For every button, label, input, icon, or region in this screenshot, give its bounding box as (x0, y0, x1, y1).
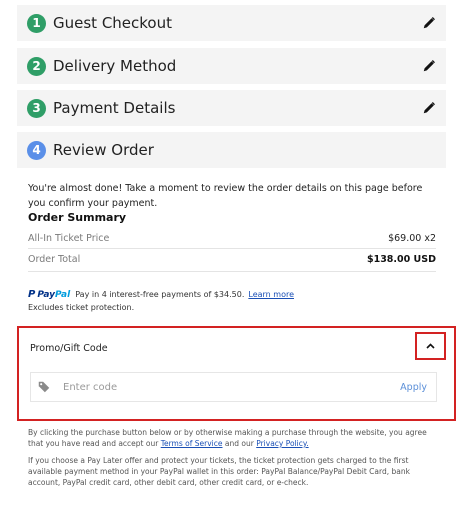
promo-code-input[interactable] (63, 381, 363, 393)
paypal-pay-later-message: P Pay Pal Pay in 4 interest-free payments… (28, 289, 294, 300)
order-total-value: $138.00 USD (366, 254, 436, 265)
pencil-icon[interactable] (422, 59, 436, 73)
tag-icon (38, 381, 50, 393)
learn-more-link[interactable]: Learn more (248, 290, 294, 299)
paypal-message-text: Pay in 4 interest-free payments of $34.5… (75, 290, 245, 299)
step-number-badge: 3 (27, 98, 46, 118)
pencil-icon[interactable] (422, 16, 436, 30)
step-number-badge: 2 (27, 56, 46, 76)
apply-button[interactable]: Apply (400, 382, 427, 393)
order-total-label: Order Total (28, 254, 81, 265)
divider (28, 271, 436, 272)
paypal-logo: P Pay Pal (28, 289, 71, 300)
chevron-up-icon (426, 343, 435, 349)
order-total-row: Order Total $138.00 USD (28, 254, 436, 265)
ticket-price-value: $69.00 x2 (388, 233, 436, 244)
ticket-price-row: All-In Ticket Price $69.00 x2 (28, 233, 436, 244)
step-number-badge: 1 (27, 13, 46, 33)
promo-code-section: Promo/Gift Code Apply (17, 326, 456, 421)
step-label: Delivery Method (53, 57, 177, 75)
review-intro-text: You're almost done! Take a moment to rev… (28, 183, 423, 209)
step-number-badge: 4 (27, 140, 46, 160)
step-payment-details: 3 Payment Details (17, 90, 446, 126)
promo-toggle-button[interactable] (415, 332, 446, 360)
step-label: Payment Details (53, 99, 176, 117)
step-review-order: 4 Review Order (17, 132, 446, 168)
divider (28, 248, 436, 249)
excludes-protection-note: Excludes ticket protection. (28, 303, 135, 312)
step-label: Review Order (53, 141, 154, 159)
ticket-price-label: All-In Ticket Price (28, 233, 110, 244)
promo-input-container: Apply (30, 372, 437, 402)
pay-later-protection-note: If you choose a Pay Later offer and prot… (28, 456, 410, 487)
paypal-p-mark: P (28, 289, 36, 300)
privacy-policy-link[interactable]: Privacy Policy. (256, 439, 308, 448)
order-summary-title: Order Summary (28, 211, 127, 224)
step-label: Guest Checkout (53, 14, 172, 32)
promo-code-label: Promo/Gift Code (30, 343, 108, 354)
step-guest-checkout: 1 Guest Checkout (17, 5, 446, 41)
terms-of-service-link[interactable]: Terms of Service (161, 439, 223, 448)
step-delivery-method: 2 Delivery Method (17, 48, 446, 84)
pencil-icon[interactable] (422, 101, 436, 115)
legal-agreement-text: By clicking the purchase button below or… (28, 428, 427, 448)
